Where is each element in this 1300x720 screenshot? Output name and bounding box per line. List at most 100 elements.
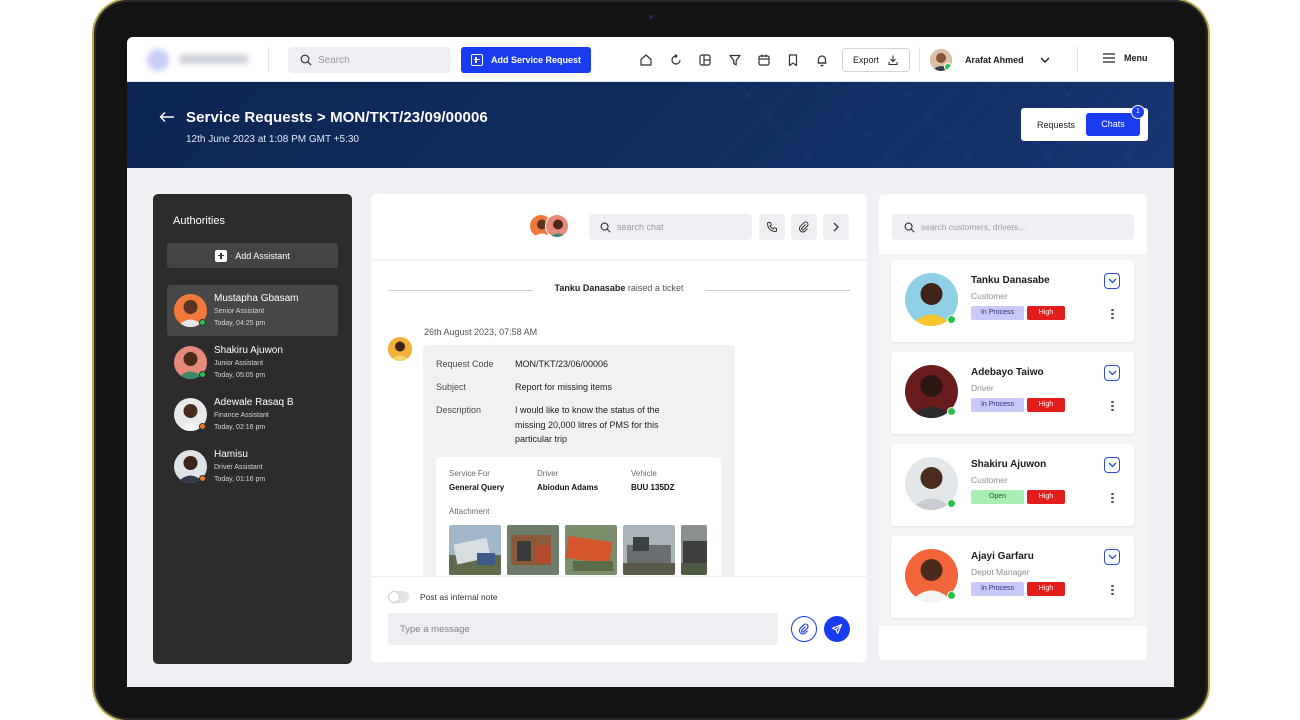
authority-role: Finance Assistant — [214, 412, 269, 419]
customer-card[interactable]: Shakiru Ajuwon Customer Open High — [891, 444, 1134, 526]
download-icon — [888, 55, 898, 66]
chat-panel: search chat Tanku Danasabe raised a tick… — [371, 194, 867, 662]
back-arrow-icon[interactable] — [159, 111, 175, 123]
menu-button[interactable]: Menu — [1102, 53, 1148, 63]
away-status-dot — [199, 475, 206, 482]
driver-label: Driver — [537, 469, 559, 478]
expand-button[interactable] — [1104, 365, 1120, 381]
customer-card[interactable]: Adebayo Taiwo Driver In Process High — [891, 352, 1134, 434]
priority-badge: High — [1027, 398, 1065, 412]
internal-note-toggle[interactable] — [388, 591, 409, 603]
customer-role: Customer — [971, 475, 1008, 485]
chat-participants[interactable] — [529, 214, 575, 240]
message-input[interactable] — [388, 613, 778, 645]
authorities-panel: Authorities Add Assistant Mustapha Gbasa… — [153, 194, 352, 664]
next-button[interactable] — [823, 214, 849, 240]
filter-icon[interactable] — [726, 51, 744, 69]
paperclip-icon — [798, 221, 809, 233]
export-button[interactable]: Export — [842, 48, 910, 72]
attachment-thumbnail[interactable] — [565, 525, 617, 575]
priority-badge: High — [1027, 306, 1065, 320]
search-placeholder: Search — [318, 54, 350, 66]
online-status-dot — [947, 407, 956, 416]
customer-card[interactable]: Tanku Danasabe Customer In Process High — [891, 260, 1134, 342]
attachment-thumbnail[interactable] — [507, 525, 559, 575]
home-icon[interactable] — [637, 51, 655, 69]
chat-search-input[interactable]: search chat — [589, 214, 752, 240]
search-icon — [300, 54, 312, 66]
customer-role: Driver — [971, 383, 994, 393]
priority-badge: High — [1027, 490, 1065, 504]
user-avatar[interactable] — [930, 49, 952, 71]
chevron-right-icon — [833, 222, 839, 232]
online-status-dot — [947, 499, 956, 508]
more-options-icon[interactable] — [1111, 583, 1114, 597]
attach-button[interactable] — [791, 214, 817, 240]
customers-panel: search customers, drivers... Tanku Danas… — [879, 194, 1147, 660]
authority-role: Driver Assistant — [214, 464, 263, 471]
customer-card[interactable]: Ajayi Garfaru Depot Manager In Process H… — [891, 536, 1134, 618]
more-options-icon[interactable] — [1111, 307, 1114, 321]
authority-item[interactable]: Hamisu Driver Assistant Today, 01:16 pm — [167, 441, 338, 492]
chevron-down-icon[interactable] — [1039, 55, 1051, 65]
logo-text — [179, 54, 249, 64]
online-status-dot — [947, 591, 956, 600]
page-header: Service Requests > MON/TKT/23/09/00006 1… — [127, 82, 1174, 168]
expand-button[interactable] — [1104, 549, 1120, 565]
global-search-input[interactable]: Search — [288, 47, 451, 73]
chevron-down-icon — [1108, 278, 1116, 284]
customer-search-input[interactable]: search customers, drivers... — [892, 214, 1134, 240]
top-bar: Search Add Service Request Export Arafat… — [127, 37, 1174, 82]
authority-item[interactable]: Shakiru Ajuwon Junior Assistant Today, 0… — [167, 337, 338, 388]
authority-item[interactable]: Mustapha Gbasam Senior Assistant Today, … — [167, 285, 338, 336]
attachment-thumbnail[interactable] — [681, 525, 707, 575]
grid-icon[interactable] — [696, 51, 714, 69]
avatar — [388, 337, 412, 361]
ticket-message-card: Request Code MON/TKT/23/06/00006 Subject… — [423, 345, 735, 607]
send-button[interactable] — [824, 616, 850, 642]
customer-role: Customer — [971, 291, 1008, 301]
more-options-icon[interactable] — [1111, 399, 1114, 413]
authority-time: Today, 05:05 pm — [214, 372, 266, 379]
service-for-value: General Query — [449, 483, 505, 492]
service-for-label: Service For — [449, 469, 490, 478]
online-status-dot — [199, 319, 206, 326]
customer-search-placeholder: search customers, drivers... — [921, 222, 1026, 232]
raised-text: raised a ticket — [627, 283, 684, 293]
phone-icon — [766, 222, 777, 233]
status-badge: In Process — [971, 582, 1024, 596]
chats-count-badge: 1 — [1131, 105, 1145, 119]
authority-item[interactable]: Adewale Rasaq B Finance Assistant Today,… — [167, 389, 338, 440]
calendar-icon[interactable] — [755, 51, 773, 69]
refresh-icon[interactable] — [667, 51, 685, 69]
user-name[interactable]: Arafat Ahmed — [965, 55, 1024, 65]
tab-chats[interactable]: Chats 1 — [1086, 105, 1145, 136]
customer-role: Depot Manager — [971, 567, 1030, 577]
description-label: Description — [436, 405, 482, 415]
expand-button[interactable] — [1104, 457, 1120, 473]
expand-button[interactable] — [1104, 273, 1120, 289]
authority-name: Adewale Rasaq B — [214, 397, 294, 408]
tab-requests[interactable]: Requests — [1026, 120, 1086, 130]
message-composer: Post as internal note — [371, 576, 867, 662]
attach-file-button[interactable] — [791, 616, 817, 642]
paperclip-icon — [798, 623, 809, 635]
attachment-thumbnail[interactable] — [623, 525, 675, 575]
call-button[interactable] — [759, 214, 785, 240]
add-service-request-button[interactable]: Add Service Request — [461, 47, 591, 73]
online-status-dot — [199, 371, 206, 378]
bell-icon[interactable] — [813, 51, 831, 69]
attachment-thumbnail[interactable] — [449, 525, 501, 575]
add-assistant-button[interactable]: Add Assistant — [167, 243, 338, 268]
plus-icon — [215, 249, 228, 262]
vehicle-label: Vehicle — [631, 469, 657, 478]
add-assistant-label: Add Assistant — [235, 250, 290, 261]
bookmark-icon[interactable] — [784, 51, 802, 69]
chevron-down-icon — [1108, 554, 1116, 560]
raised-by-name: Tanku Danasabe — [554, 283, 626, 293]
add-service-request-label: Add Service Request — [490, 55, 582, 65]
menu-label: Menu — [1124, 53, 1148, 63]
more-options-icon[interactable] — [1111, 491, 1114, 505]
page-title: Service Requests > MON/TKT/23/09/00006 — [186, 109, 488, 126]
hamburger-icon — [1103, 53, 1115, 63]
